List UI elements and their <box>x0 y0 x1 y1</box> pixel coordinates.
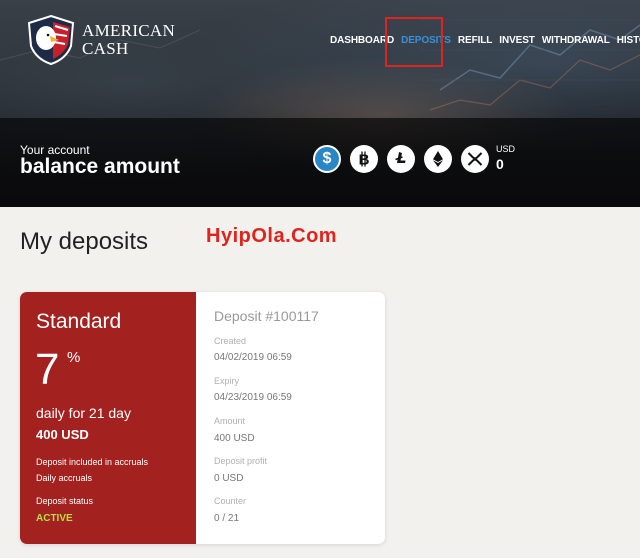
dollar-icon: $ <box>322 150 332 167</box>
counter-value: 0 / 21 <box>214 513 240 524</box>
brand-line-1: AMERICAN <box>82 21 176 40</box>
expiry-value: 04/23/2019 06:59 <box>214 392 292 403</box>
expiry-label: Expiry <box>214 376 240 386</box>
eagle-shield-icon <box>27 14 75 66</box>
annotation-highlight-box <box>385 17 443 67</box>
currency-usd-button[interactable]: $ <box>313 145 341 173</box>
currency-btc-button[interactable]: B <box>350 145 378 173</box>
header-banner: AMERICAN CASH DASHBOARD DEPOSITS REFILL … <box>0 0 640 207</box>
brand-line-2: CASH <box>82 39 129 58</box>
ripple-icon <box>467 152 483 166</box>
logo[interactable]: AMERICAN CASH <box>26 14 175 66</box>
deposit-card: Standard 7 % daily for 21 day 400 USD De… <box>20 292 385 544</box>
plan-amount: 400 USD <box>36 427 89 442</box>
amount-value: 400 USD <box>214 433 255 444</box>
status-label: Deposit status <box>36 496 94 506</box>
deposit-details-panel: Deposit #100117 Created 04/02/2019 06:59… <box>196 292 385 544</box>
nav-item-invest[interactable]: INVEST <box>499 35 535 46</box>
bitcoin-icon: B <box>359 151 370 169</box>
balance-value: 0 <box>496 156 504 172</box>
currency-xrp-button[interactable] <box>461 145 489 173</box>
nav-item-history[interactable]: HISTORY <box>617 35 640 46</box>
plan-duration: daily for 21 day <box>36 405 131 421</box>
balance-label: balance amount <box>20 155 180 178</box>
page-title: My deposits <box>20 228 149 255</box>
brand-name: AMERICAN CASH <box>82 22 175 58</box>
percent-sign: % <box>67 349 81 366</box>
currency-eth-button[interactable] <box>424 145 452 173</box>
deposit-id: Deposit #100117 <box>214 308 319 324</box>
deposit-plan-panel: Standard 7 % daily for 21 day 400 USD De… <box>20 292 196 544</box>
main-nav: DASHBOARD DEPOSITS REFILL INVEST WITHDRA… <box>330 35 640 46</box>
counter-label: Counter <box>214 496 247 506</box>
accrual-frequency: Daily accruals <box>36 473 93 483</box>
plan-percent: 7 <box>35 345 60 394</box>
profit-label: Deposit profit <box>214 456 268 466</box>
currency-code: USD <box>496 144 516 154</box>
litecoin-icon <box>395 152 406 163</box>
ethereum-icon <box>433 151 443 167</box>
created-label: Created <box>214 336 247 346</box>
nav-item-refill[interactable]: REFILL <box>458 35 493 46</box>
status-badge: ACTIVE <box>36 513 73 524</box>
currency-selector: $ B <box>313 145 498 173</box>
profit-value: 0 USD <box>214 473 244 484</box>
watermark-text: HyipOla.Com <box>206 225 338 247</box>
amount-label: Amount <box>214 416 246 426</box>
plan-name: Standard <box>36 310 122 333</box>
currency-ltc-button[interactable] <box>387 145 415 173</box>
svg-text:B: B <box>359 152 370 169</box>
nav-item-withdrawal[interactable]: WITHDRAWAL <box>542 35 610 46</box>
created-value: 04/02/2019 06:59 <box>214 352 292 363</box>
accrual-note: Deposit included in accruals <box>36 457 149 467</box>
